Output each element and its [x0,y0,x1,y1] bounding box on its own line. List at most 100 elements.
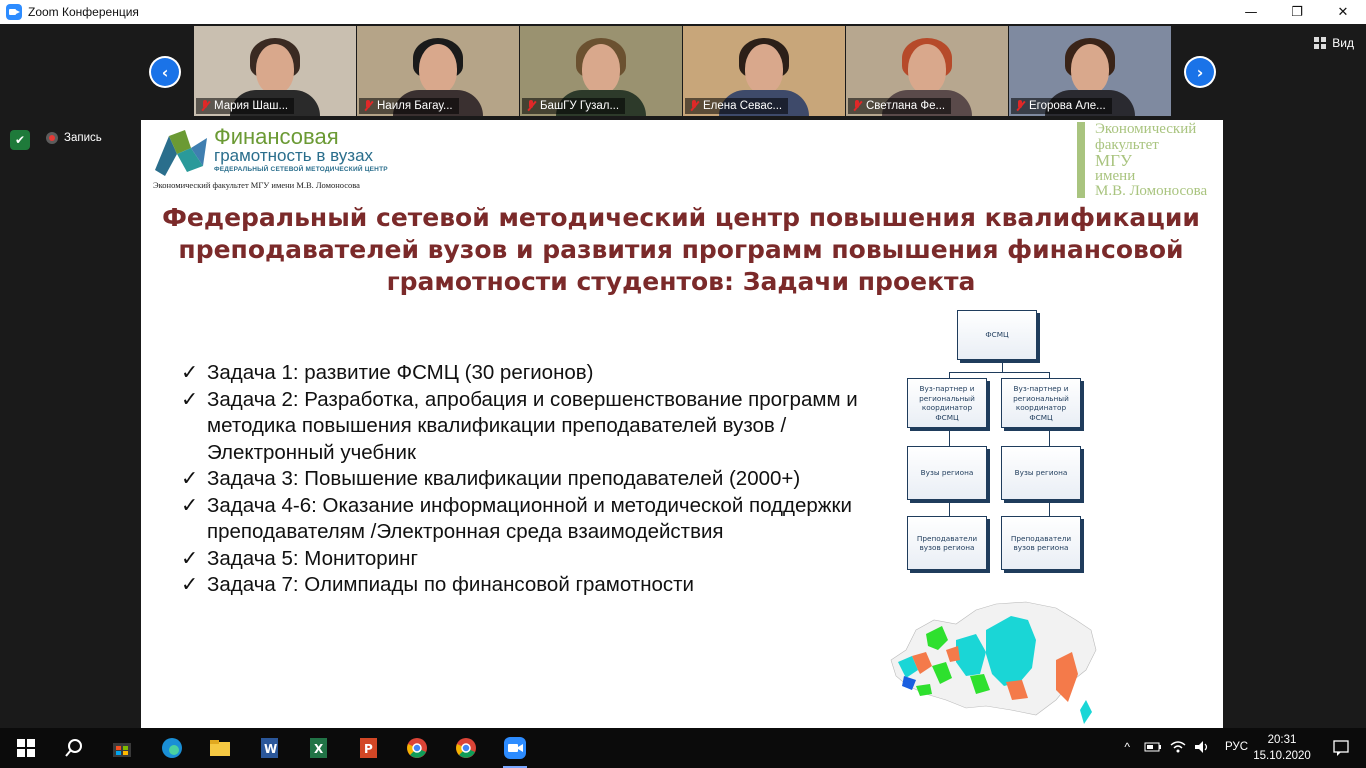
video-face [1071,44,1109,94]
org-teachers-box: Преподаватели вузов региона [1001,516,1081,570]
mic-muted-icon [689,100,699,112]
mic-muted-icon [526,100,536,112]
close-button[interactable]: ✕ [1320,0,1366,24]
windows-taskbar: W X P ^ РУС 20:31 15.10.2020 [0,728,1366,768]
svg-text:W: W [264,742,277,756]
maximize-button[interactable]: ❐ [1274,0,1320,24]
wifi-icon[interactable] [1170,740,1186,754]
chrome-icon[interactable] [454,736,478,760]
msu-logo-line: Экономический [1095,121,1197,137]
view-button-label: Вид [1332,36,1354,50]
window-title: Zoom Конференция [28,5,139,19]
msu-logo-line: МГУ [1095,151,1132,170]
mic-muted-icon [852,100,862,112]
recording-indicator[interactable]: Запись [46,132,102,144]
org-root-box: ФСМЦ [957,310,1037,360]
clock-time: 20:31 [1267,734,1297,746]
chevron-left-icon: ‹ [151,58,179,86]
clock[interactable]: 20:31 15.10.2020 [1252,732,1312,764]
participant-name-label: Мария Шаш... [196,98,295,114]
video-face [256,44,294,94]
org-connector [1049,500,1050,516]
mic-muted-icon [1015,100,1025,112]
logo-subtitle: грамотность в вузах [214,146,374,165]
participant-tile[interactable]: Мария Шаш... [194,26,356,116]
participant-name: Наиля Багау... [377,100,453,112]
task-text: Задача 7: Олимпиады по финансовой грамот… [207,573,695,596]
slide-title: Федеральный сетевой методический центр п… [162,203,1200,296]
recording-label: Запись [64,132,102,144]
participant-name: Мария Шаш... [214,100,289,112]
store-icon[interactable] [110,736,134,760]
participant-name-label: БашГУ Гузал... [522,98,626,114]
msu-econ-logo: Экономический факультет МГУ имени М.В. Л… [1077,121,1221,199]
volume-icon[interactable] [1194,740,1210,754]
language-indicator[interactable]: РУС [1225,741,1248,753]
msu-logo-line: имени [1095,167,1136,184]
russia-regions-map [890,601,1097,724]
zoom-app-icon [6,4,22,20]
excel-icon[interactable]: X [306,736,330,760]
gallery-prev-button[interactable]: ‹ [149,56,181,88]
participant-name: Егорова Але... [1029,100,1106,112]
org-region-box: Вузы региона [1001,446,1081,500]
security-shield-icon[interactable]: ✔ [10,130,30,150]
battery-icon[interactable] [1144,740,1162,754]
zoom-icon[interactable] [503,736,527,760]
org-connector [1002,362,1003,372]
tray-overflow-icon[interactable]: ^ [1124,740,1130,754]
window-titlebar: Zoom Конференция — ❐ ✕ [0,0,1366,24]
mic-muted-icon [363,100,373,112]
org-teachers-box: Преподаватели вузов региона [907,516,987,570]
record-icon [46,132,58,144]
org-partner-box: Вуз-партнер и региональный координатор Ф… [1001,378,1081,428]
file-explorer-icon[interactable] [208,736,232,760]
participant-name: Елена Севас... [703,100,783,112]
chevron-right-icon: › [1186,58,1214,86]
video-face [582,44,620,94]
participant-gallery: Мария Шаш... Наиля Багау... БашГУ Гузал.… [194,26,1171,116]
video-face [745,44,783,94]
svg-text:X: X [314,742,324,756]
list-item: ✓ Задача 3: Повышение квалификации препод… [181,466,881,493]
task-text: Задача 5: Мониторинг [207,546,418,570]
checkmark-icon: ✓ [181,387,199,411]
logo-mark-icon [155,130,207,176]
video-face [908,44,946,94]
list-item: ✓ Задача 5: Мониторинг [181,546,881,573]
chrome-icon[interactable] [405,736,429,760]
participant-tile[interactable]: Светлана Фе... [846,26,1008,116]
logo-title: Финансовая [214,124,339,149]
participant-name-label: Наиля Багау... [359,98,459,114]
org-region-box: Вузы региона [907,446,987,500]
word-icon[interactable]: W [257,736,281,760]
participant-name-label: Светлана Фе... [848,98,952,114]
minimize-button[interactable]: — [1228,0,1274,24]
participant-tile[interactable]: Наиля Багау... [357,26,519,116]
participant-name: Светлана Фе... [866,100,946,112]
org-chart: ФСМЦ Вуз-партнер и региональный координа… [901,310,1111,600]
notifications-icon[interactable] [1332,739,1350,757]
msu-logo-line: М.В. Ломоносова [1095,183,1208,199]
participant-name-label: Елена Севас... [685,98,789,114]
checkmark-icon: ✓ [181,573,199,596]
search-icon[interactable] [62,736,86,760]
windows-start-icon[interactable] [14,736,38,760]
task-text: Задача 3: Повышение квалификации препода… [207,467,801,490]
participant-tile[interactable]: Елена Севас... [683,26,845,116]
org-connector [949,500,950,516]
clock-date: 15.10.2020 [1253,750,1311,762]
participant-tile[interactable]: Егорова Але... [1009,26,1171,116]
list-item: ✓ Задача 7: Олимпиады по финансовой грамо… [181,572,881,599]
view-button[interactable]: Вид [1314,36,1354,50]
org-connector [949,372,1049,373]
checkmark-icon: ✓ [181,546,199,570]
list-item: ✓ Задача 4-6: Оказание информационной и м… [181,493,881,546]
powerpoint-icon[interactable]: P [356,736,380,760]
gallery-next-button[interactable]: › [1184,56,1216,88]
meeting-stage: ‹ Мария Шаш... Наиля Багау... БашГУ Гуза… [0,24,1366,728]
logo-tagline: ФЕДЕРАЛЬНЫЙ СЕТЕВОЙ МЕТОДИЧЕСКИЙ ЦЕНТР [214,166,388,173]
participant-tile[interactable]: БашГУ Гузал... [520,26,682,116]
edge-icon[interactable] [160,736,184,760]
participant-name-label: Егорова Але... [1011,98,1112,114]
